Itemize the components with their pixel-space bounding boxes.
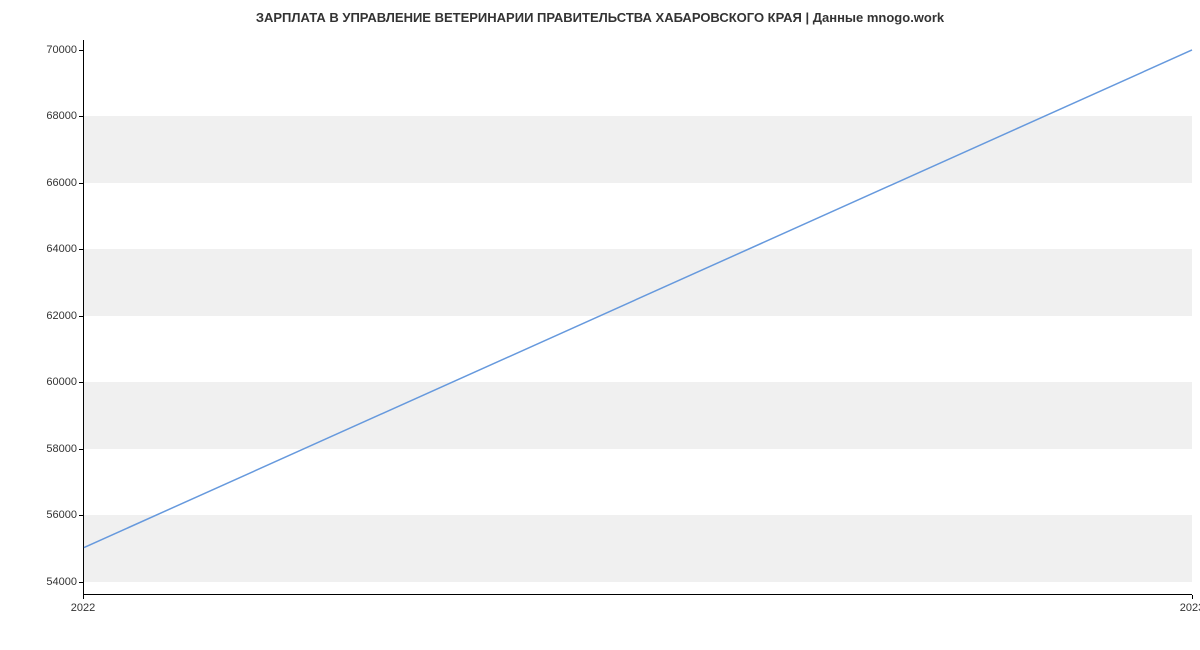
y-tick-mark — [79, 515, 83, 516]
y-tick-label: 64000 — [46, 243, 77, 255]
y-tick-label: 60000 — [46, 376, 77, 388]
y-tick-mark — [79, 249, 83, 250]
x-tick-label: 2023 — [1180, 602, 1200, 614]
y-tick-mark — [79, 183, 83, 184]
y-tick-label: 58000 — [46, 443, 77, 455]
y-tick-mark — [79, 116, 83, 117]
y-tick-label: 54000 — [46, 576, 77, 588]
x-tick-mark — [83, 595, 84, 599]
line-series — [84, 40, 1192, 594]
x-tick-label: 2022 — [71, 602, 95, 614]
chart-title: ЗАРПЛАТА В УПРАВЛЕНИЕ ВЕТЕРИНАРИИ ПРАВИТ… — [0, 10, 1200, 25]
y-tick-mark — [79, 50, 83, 51]
plot-area — [83, 40, 1192, 595]
y-tick-label: 68000 — [46, 110, 77, 122]
y-tick-label: 56000 — [46, 509, 77, 521]
y-tick-mark — [79, 449, 83, 450]
line-chart: ЗАРПЛАТА В УПРАВЛЕНИЕ ВЕТЕРИНАРИИ ПРАВИТ… — [0, 0, 1200, 650]
x-tick-mark — [1192, 595, 1193, 599]
y-tick-mark — [79, 382, 83, 383]
y-tick-label: 70000 — [46, 44, 77, 56]
y-tick-mark — [79, 582, 83, 583]
y-tick-label: 62000 — [46, 310, 77, 322]
y-tick-label: 66000 — [46, 177, 77, 189]
y-tick-mark — [79, 316, 83, 317]
